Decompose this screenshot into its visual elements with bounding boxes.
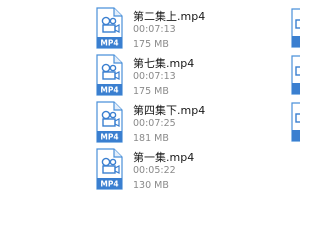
file-duration: 00:07:25	[133, 118, 176, 129]
file-type-badge: MP4	[100, 133, 118, 142]
file-tile[interactable]: MP4 第二集上.mp4 00:07:13 175 MB	[95, 7, 245, 53]
file-size: 181 MB	[133, 133, 169, 144]
mp4-video-file-icon: MP4	[96, 54, 123, 96]
file-tile[interactable]: MP4 第四集下.mp4 00:07:25 181 MB	[95, 101, 245, 147]
file-name: 第七集.mp4	[133, 57, 195, 70]
file-duration: 00:05:22	[133, 165, 176, 176]
file-duration: 00:07:13	[133, 24, 176, 35]
file-size: 175 MB	[133, 39, 169, 50]
file-view: MP4 第二集上.mp4 00:07:13 175 MB MP4 第七集.mp4…	[0, 0, 300, 200]
file-type-badge: MP4	[100, 39, 118, 48]
mp4-video-file-icon[interactable]	[291, 55, 300, 95]
file-duration: 00:07:13	[133, 71, 176, 82]
mp4-video-file-icon[interactable]	[291, 8, 300, 48]
file-tile[interactable]: MP4 第七集.mp4 00:07:13 175 MB	[95, 54, 245, 100]
file-tile[interactable]: MP4 第一集.mp4 00:05:22 130 MB	[95, 148, 245, 194]
mp4-video-file-icon: MP4	[96, 101, 123, 143]
file-size: 175 MB	[133, 86, 169, 97]
file-name: 第一集.mp4	[133, 151, 195, 164]
mp4-video-file-icon: MP4	[96, 148, 123, 190]
file-size: 130 MB	[133, 180, 169, 191]
file-name: 第二集上.mp4	[133, 10, 206, 23]
mp4-video-file-icon: MP4	[96, 7, 123, 49]
file-type-badge: MP4	[100, 180, 118, 189]
mp4-video-file-icon[interactable]	[291, 102, 300, 142]
file-type-badge: MP4	[100, 86, 118, 95]
file-name: 第四集下.mp4	[133, 104, 206, 117]
